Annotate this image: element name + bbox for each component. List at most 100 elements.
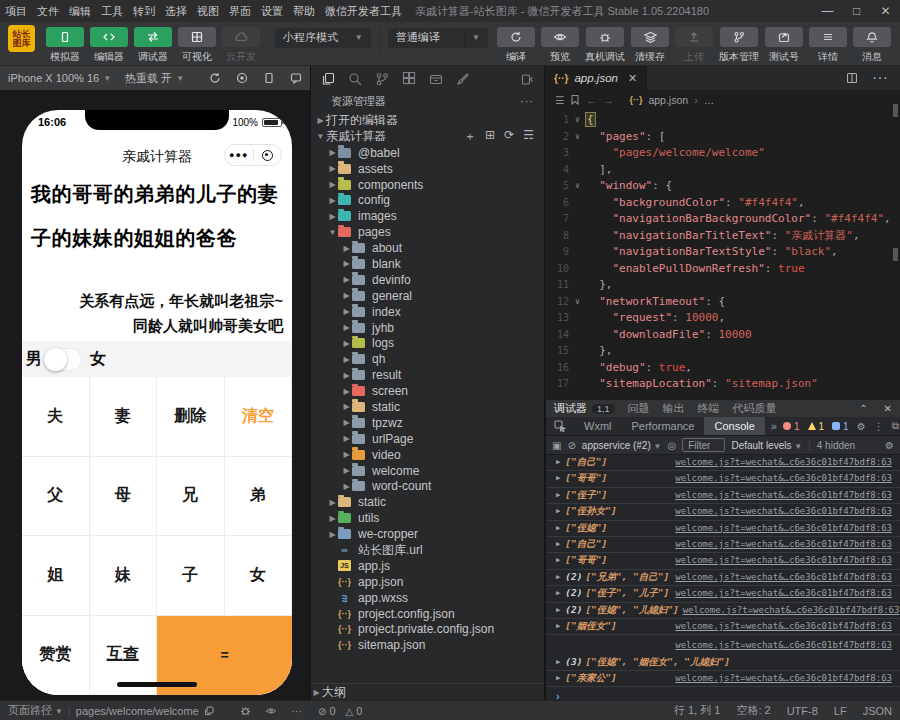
console-source-link[interactable]: welcome.js?t=wechat&…c6e36c01bf47bdf8:63 [675, 673, 892, 683]
close-button[interactable]: ✕ [871, 4, 900, 18]
console-sidebar-icon[interactable]: ▣ [552, 440, 561, 451]
key-妻[interactable]: 妻 [90, 377, 158, 457]
new-file-icon[interactable]: ＋ [464, 128, 476, 145]
panel-close-icon[interactable]: ✕ [884, 403, 892, 414]
console-filter-input[interactable]: Filter [682, 438, 725, 452]
activity-brush-icon[interactable] [456, 72, 470, 86]
console-entry[interactable]: ["自己"]welcome.js?t=wechat&…c6e36c01bf47b… [546, 455, 900, 471]
info-badge[interactable]: 1 [832, 421, 849, 432]
console-source-link[interactable]: welcome.js?t=wechat&…c6e36c01bf47bdf8:63 [675, 555, 892, 565]
console-entry[interactable]: ["自己"]welcome.js?t=wechat&…c6e36c01bf47b… [546, 537, 900, 553]
panel-collapse-icon[interactable]: ⌃ [859, 403, 867, 414]
debugger-tab-4[interactable]: 终端 [698, 401, 720, 416]
hot-reload-select[interactable]: 热重载 开 [125, 71, 172, 86]
tree-item-utils[interactable]: ▶utils [311, 510, 544, 526]
console-input[interactable]: › [546, 687, 900, 700]
language-mode[interactable]: JSON [863, 705, 892, 717]
warning-badge[interactable]: 1 [808, 421, 825, 432]
tree-item-@babel[interactable]: ▶@babel [311, 145, 544, 161]
devtools-settings-icon[interactable]: ⚙ [857, 421, 866, 432]
tree-item-app.wxss[interactable]: ᴟapp.wxss [311, 590, 544, 606]
devtools-tab-console[interactable]: Console [704, 417, 764, 435]
console-source-link[interactable]: welcome.js?t=wechat&…c6e36c01bf47bdf8:63 [675, 473, 892, 483]
tree-item-result[interactable]: ▶result [311, 367, 544, 383]
menu-5[interactable]: 转到 [128, 4, 160, 19]
mode-select[interactable]: 小程序模式▼ [275, 28, 371, 48]
devtools-menu-icon[interactable]: ⋮ [874, 421, 884, 432]
levels-select[interactable]: Default levels ▼ [731, 440, 802, 451]
tree-item-tpzwz[interactable]: ▶tpzwz [311, 415, 544, 431]
console-source-link[interactable]: welcome.js?t=wechat&…c6e36c01bf47bdf8:63 [675, 572, 892, 582]
console-entry[interactable]: ["哥哥"]welcome.js?t=wechat&…c6e36c01bf47b… [546, 553, 900, 569]
outline-icon[interactable]: ☰ [555, 94, 564, 106]
tree-item-index[interactable]: ▶index [311, 304, 544, 320]
console-entry[interactable]: ["姻侄女"]welcome.js?t=wechat&…c6e36c01bf47… [546, 619, 900, 635]
console-entry[interactable]: welcome.js?t=wechat&…c6e36c01bf47bdf8:63… [546, 635, 900, 671]
console-entry[interactable]: (2)["侄子", "儿子"]welcome.js?t=wechat&…c6e3… [546, 586, 900, 602]
console-entry[interactable]: (2)["侄媳", "儿媳妇"]welcome.js?t=wechat&…c6e… [546, 603, 900, 619]
console-entry[interactable]: ["侄媳"]welcome.js?t=wechat&…c6e36c01bf47b… [546, 521, 900, 537]
clear-console-icon[interactable]: ⊘ [567, 440, 575, 451]
menu-4[interactable]: 工具 [96, 4, 128, 19]
debugger-tab-5[interactable]: 代码质量 [733, 401, 777, 416]
tree-item-word-count[interactable]: ▶word-count [311, 478, 544, 494]
tree-item-images[interactable]: ▶images [311, 208, 544, 224]
statusbar-bug-icon[interactable] [240, 705, 251, 716]
console-source-link[interactable]: welcome.js?t=wechat&…c6e36c01bf47bdf8:63 [675, 539, 892, 549]
outline-section[interactable]: ▶大纲 [311, 683, 544, 700]
toolbar-export-button[interactable]: 测试号 [765, 27, 803, 64]
tree-item-devinfo[interactable]: ▶devinfo [311, 272, 544, 288]
tree-item-urlPage[interactable]: ▶urlPage [311, 431, 544, 447]
tree-item-we-cropper[interactable]: ▶we-cropper [311, 526, 544, 542]
encoding[interactable]: UTF-8 [787, 705, 818, 717]
breadcrumb-file[interactable]: app.json [648, 94, 688, 106]
menu-2[interactable]: 文件 [32, 4, 64, 19]
console-source-link[interactable]: welcome.js?t=wechat&…c6e36c01bf47bdf8:63 [675, 457, 892, 467]
key-子[interactable]: 子 [157, 536, 225, 616]
console-entry[interactable]: (2)["兄弟", "自己"]welcome.js?t=wechat&…c6e3… [546, 570, 900, 586]
console-source-link[interactable]: welcome.js?t=wechat&…c6e36c01bf47bdf8:63 [675, 506, 892, 516]
tree-item-assets[interactable]: ▶assets [311, 161, 544, 177]
toolbar-code-button[interactable]: 编辑器 [90, 27, 128, 64]
eol[interactable]: LF [834, 705, 847, 717]
cursor-position[interactable]: 行 1, 列 1 [674, 703, 720, 718]
toolbar-layers-button[interactable]: 清缓存 [631, 27, 669, 64]
zzkku-logo[interactable]: 站长图库 [8, 25, 35, 52]
console-settings-icon[interactable]: ⚙ [885, 440, 894, 451]
menu-7[interactable]: 视图 [192, 4, 224, 19]
devtools-tab-performance[interactable]: Performance [622, 417, 705, 435]
toolbar-phone-button[interactable]: 模拟器 [46, 27, 84, 64]
activity-search-icon[interactable] [348, 72, 362, 86]
compile-select[interactable]: 普通编译▼ [388, 28, 488, 48]
warning-count[interactable]: △ 0 [346, 705, 363, 717]
console-entry[interactable]: ["侄子"]welcome.js?t=wechat&…c6e36c01bf47b… [546, 488, 900, 504]
menu-8[interactable]: 界面 [224, 4, 256, 19]
toolbar-bug-button[interactable]: 真机调试 [585, 27, 625, 64]
key-姐[interactable]: 姐 [22, 536, 90, 616]
maximize-button[interactable]: □ [842, 4, 871, 18]
key-删除[interactable]: 删除 [157, 377, 225, 457]
tree-item-站长图库.url[interactable]: ∞站长图库.url [311, 542, 544, 558]
console-source-link[interactable]: welcome.js?t=wechat&…c6e36c01bf47bdf8:63 [675, 588, 892, 598]
console-entry[interactable]: ["哥哥"]welcome.js?t=wechat&…c6e36c01bf47b… [546, 471, 900, 487]
key-清空[interactable]: 清空 [225, 377, 293, 457]
split-editor-icon[interactable] [846, 72, 858, 84]
tree-item-logs[interactable]: ▶logs [311, 335, 544, 351]
devtools-more-tabs-icon[interactable]: » [765, 420, 783, 432]
tree-item-project.private.config.json[interactable]: {··}project.private.config.json [311, 622, 544, 638]
console-source-link[interactable]: welcome.js?t=wechat&…c6e36c01bf47bdf8:63 [675, 640, 892, 650]
collapse-all-icon[interactable]: ☴ [523, 128, 534, 145]
editor-more-icon[interactable]: ··· [872, 69, 888, 87]
toolbar-branch-button[interactable]: 版本管理 [719, 27, 759, 64]
menu-3[interactable]: 编辑 [64, 4, 96, 19]
menu-6[interactable]: 选择 [160, 4, 192, 19]
menu-10[interactable]: 帮助 [288, 4, 320, 19]
menu-1[interactable]: 项目 [0, 4, 32, 19]
page-path-label[interactable]: 页面路径 ▼ [8, 703, 63, 718]
toolbar-refresh-button[interactable]: 编译 [497, 27, 535, 64]
tree-item-about[interactable]: ▶about [311, 240, 544, 256]
copy-path-icon[interactable] [204, 706, 214, 716]
debugger-tab-3[interactable]: 输出 [663, 401, 685, 416]
toolbar-lines-button[interactable]: 详情 [809, 27, 847, 64]
breadcrumb-more[interactable]: … [704, 94, 715, 106]
